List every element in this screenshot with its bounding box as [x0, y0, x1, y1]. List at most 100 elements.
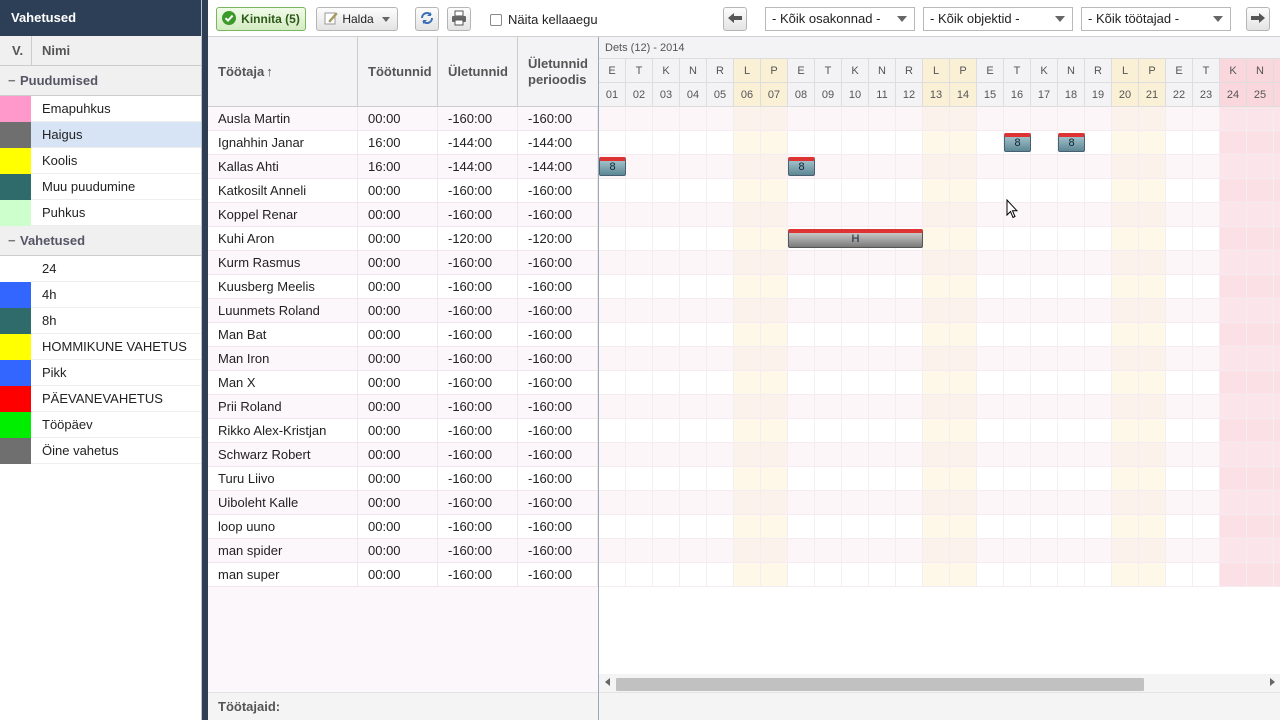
table-row[interactable]: man spider 00:00 -160:00 -160:00: [208, 539, 598, 563]
column-v-header[interactable]: V.: [0, 36, 32, 65]
table-row[interactable]: Katkosilt Anneli 00:00 -160:00 -160:00: [208, 179, 598, 203]
legend-item[interactable]: Haigus: [0, 121, 201, 148]
legend-item[interactable]: HOMMIKUNE VAHETUS: [0, 333, 201, 360]
day-number-cell[interactable]: 18: [1058, 83, 1085, 107]
calendar-row[interactable]: [599, 563, 1280, 587]
table-row[interactable]: man super 00:00 -160:00 -160:00: [208, 563, 598, 587]
day-number-cell[interactable]: 13: [923, 83, 950, 107]
table-row[interactable]: Man Iron 00:00 -160:00 -160:00: [208, 347, 598, 371]
calendar-row[interactable]: [599, 491, 1280, 515]
calendar-row[interactable]: [599, 299, 1280, 323]
day-number-cell[interactable]: 03: [653, 83, 680, 107]
horizontal-scrollbar[interactable]: [599, 674, 1280, 692]
calendar-row[interactable]: [599, 179, 1280, 203]
calendar-row[interactable]: [599, 371, 1280, 395]
day-number-cell[interactable]: 22: [1166, 83, 1193, 107]
column-name-header[interactable]: Nimi: [32, 36, 70, 65]
header-overtime[interactable]: Ületunnid: [438, 37, 518, 106]
day-number-cell[interactable]: 12: [896, 83, 923, 107]
day-number-cell[interactable]: 08: [788, 83, 815, 107]
day-number-cell[interactable]: 02: [626, 83, 653, 107]
day-number-cell[interactable]: 09: [815, 83, 842, 107]
table-row[interactable]: Schwarz Robert 00:00 -160:00 -160:00: [208, 443, 598, 467]
scroll-right-icon[interactable]: [1270, 678, 1275, 686]
day-number-cell[interactable]: 10: [842, 83, 869, 107]
calendar-row[interactable]: [599, 251, 1280, 275]
day-number-cell[interactable]: 17: [1031, 83, 1058, 107]
table-row[interactable]: Kallas Ahti 16:00 -144:00 -144:00: [208, 155, 598, 179]
day-number-cell[interactable]: 19: [1085, 83, 1112, 107]
shift-block[interactable]: 8: [1004, 133, 1031, 152]
scroll-left-icon[interactable]: [605, 678, 610, 686]
header-hours[interactable]: Töötunnid: [358, 37, 438, 106]
table-row[interactable]: Ausla Martin 00:00 -160:00 -160:00: [208, 107, 598, 131]
table-row[interactable]: Prii Roland 00:00 -160:00 -160:00: [208, 395, 598, 419]
employee-filter-select[interactable]: - Kõik töötajad -: [1081, 7, 1231, 31]
table-row[interactable]: Koppel Renar 00:00 -160:00 -160:00: [208, 203, 598, 227]
legend-item[interactable]: Puhkus: [0, 199, 201, 226]
calendar-row[interactable]: [599, 443, 1280, 467]
day-number-cell[interactable]: 24: [1220, 83, 1247, 107]
table-row[interactable]: loop uuno 00:00 -160:00 -160:00: [208, 515, 598, 539]
legend-group-header[interactable]: − Vahetused: [0, 226, 201, 256]
calendar-row[interactable]: [599, 515, 1280, 539]
next-period-button[interactable]: [1246, 7, 1270, 31]
confirm-button[interactable]: Kinnita (5): [216, 7, 306, 31]
day-number-cell[interactable]: 04: [680, 83, 707, 107]
day-number-cell[interactable]: 06: [734, 83, 761, 107]
day-number-cell[interactable]: 05: [707, 83, 734, 107]
legend-item[interactable]: Öine vahetus: [0, 437, 201, 464]
calendar-row[interactable]: [599, 131, 1280, 155]
day-number-cell[interactable]: 25: [1247, 83, 1274, 107]
table-row[interactable]: Turu Liivo 00:00 -160:00 -160:00: [208, 467, 598, 491]
show-time-toggle[interactable]: Näita kellaaegu: [490, 12, 598, 27]
calendar-row[interactable]: [599, 539, 1280, 563]
collapse-icon[interactable]: −: [8, 226, 20, 256]
refresh-button[interactable]: [415, 7, 439, 31]
day-number-cell[interactable]: 07: [761, 83, 788, 107]
table-row[interactable]: Luunmets Roland 00:00 -160:00 -160:00: [208, 299, 598, 323]
legend-group-header[interactable]: − Puudumised: [0, 66, 201, 96]
calendar-row[interactable]: [599, 347, 1280, 371]
department-filter-select[interactable]: - Kõik osakonnad -: [765, 7, 915, 31]
collapse-icon[interactable]: −: [8, 66, 20, 96]
day-number-cell[interactable]: 26: [1274, 83, 1280, 107]
legend-item[interactable]: Emapuhkus: [0, 95, 201, 122]
calendar-row[interactable]: [599, 419, 1280, 443]
calendar-row[interactable]: [599, 227, 1280, 251]
print-button[interactable]: [447, 7, 471, 31]
show-time-checkbox[interactable]: [490, 13, 502, 26]
legend-item[interactable]: Pikk: [0, 359, 201, 386]
legend-item[interactable]: 24: [0, 255, 201, 282]
shift-block[interactable]: H: [788, 229, 923, 248]
legend-item[interactable]: Muu puudumine: [0, 173, 201, 200]
table-row[interactable]: Kuhi Aron 00:00 -120:00 -120:00: [208, 227, 598, 251]
shift-block[interactable]: 8: [788, 157, 815, 176]
calendar-row[interactable]: [599, 107, 1280, 131]
day-number-cell[interactable]: 20: [1112, 83, 1139, 107]
legend-item[interactable]: Koolis: [0, 147, 201, 174]
table-row[interactable]: Kurm Rasmus 00:00 -160:00 -160:00: [208, 251, 598, 275]
table-row[interactable]: Man Bat 00:00 -160:00 -160:00: [208, 323, 598, 347]
shift-block[interactable]: 8: [599, 157, 626, 176]
day-number-cell[interactable]: 21: [1139, 83, 1166, 107]
table-row[interactable]: Kuusberg Meelis 00:00 -160:00 -160:00: [208, 275, 598, 299]
legend-item[interactable]: Tööpäev: [0, 411, 201, 438]
scrollbar-thumb[interactable]: [616, 678, 1144, 691]
legend-item[interactable]: 8h: [0, 307, 201, 334]
table-row[interactable]: Man X 00:00 -160:00 -160:00: [208, 371, 598, 395]
prev-period-button[interactable]: [723, 7, 747, 31]
calendar-row[interactable]: [599, 155, 1280, 179]
object-filter-select[interactable]: - Kõik objektid -: [923, 7, 1073, 31]
day-number-cell[interactable]: 23: [1193, 83, 1220, 107]
legend-item[interactable]: PÄEVANEVAHETUS: [0, 385, 201, 412]
day-number-cell[interactable]: 11: [869, 83, 896, 107]
table-row[interactable]: Ignahhin Janar 16:00 -144:00 -144:00: [208, 131, 598, 155]
calendar-row[interactable]: [599, 467, 1280, 491]
day-number-cell[interactable]: 16: [1004, 83, 1031, 107]
day-number-cell[interactable]: 01: [599, 83, 626, 107]
calendar-row[interactable]: [599, 395, 1280, 419]
manage-button[interactable]: Halda: [316, 7, 398, 31]
calendar-row[interactable]: [599, 275, 1280, 299]
calendar-row[interactable]: [599, 203, 1280, 227]
